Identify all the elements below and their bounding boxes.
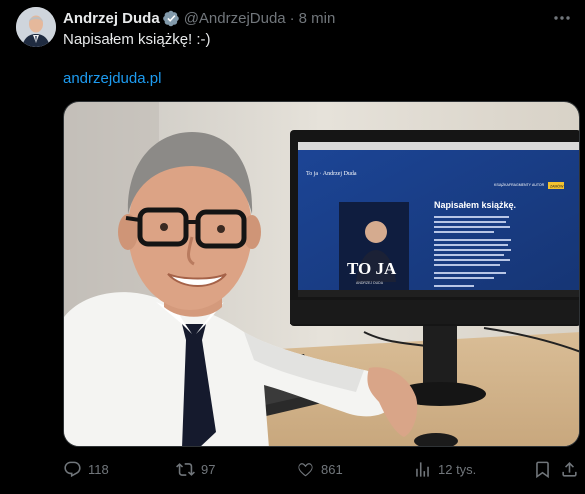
avatar[interactable]: [16, 7, 56, 47]
repost-button[interactable]: 97: [176, 457, 215, 481]
like-button[interactable]: 861: [296, 457, 343, 481]
repost-count: 97: [201, 461, 216, 477]
author-name[interactable]: Andrzej Duda: [63, 10, 160, 27]
views-icon: [416, 461, 429, 477]
screen-nav-3: AUTOR: [532, 183, 545, 187]
share-button[interactable]: [560, 457, 579, 481]
repost-icon: [176, 462, 195, 476]
tweet-text: Napisałem książkę! :-): [63, 31, 211, 48]
like-icon: [298, 462, 313, 476]
screen-nav-1: KSIĄŻKA: [494, 182, 509, 187]
reply-button[interactable]: 118: [63, 457, 109, 481]
tweet-action-bar: 118 97 861 12 tys.: [63, 457, 580, 481]
views-button[interactable]: 12 tys.: [413, 457, 476, 481]
separator-dot: ·: [289, 9, 295, 27]
screen-nav-2: FRAGMENTY: [509, 183, 532, 187]
avatar-image: [16, 7, 56, 47]
share-icon: [562, 461, 577, 477]
tweet-link[interactable]: andrzejduda.pl: [63, 69, 161, 89]
book-author: ANDRZEJ DUDA: [356, 281, 384, 285]
author-handle[interactable]: @AndrzejDuda: [184, 10, 286, 27]
bookmark-button[interactable]: [533, 457, 552, 481]
verified-badge-icon[interactable]: [162, 10, 180, 27]
screen-buy-button: ZAMÓW: [550, 184, 564, 189]
tweet-header: Andrzej Duda @AndrzejDuda · 8 min: [63, 8, 335, 28]
screen-heading: Napisałem książkę.: [434, 200, 516, 210]
reply-icon: [64, 461, 81, 477]
photo-illustration: To ja · Andrzej Duda KSIĄŻKA FRAGMENTY A…: [64, 102, 579, 446]
tweet-timestamp[interactable]: 8 min: [299, 10, 336, 27]
more-icon[interactable]: [551, 9, 573, 27]
reply-count: 118: [88, 461, 109, 477]
bookmark-icon: [536, 461, 549, 478]
book-title: TO JA: [347, 259, 397, 278]
views-count: 12 tys.: [438, 461, 477, 477]
screen-logo: To ja · Andrzej Duda: [306, 171, 357, 177]
tweet-media-photo[interactable]: To ja · Andrzej Duda KSIĄŻKA FRAGMENTY A…: [63, 101, 580, 447]
like-count: 861: [321, 461, 343, 477]
